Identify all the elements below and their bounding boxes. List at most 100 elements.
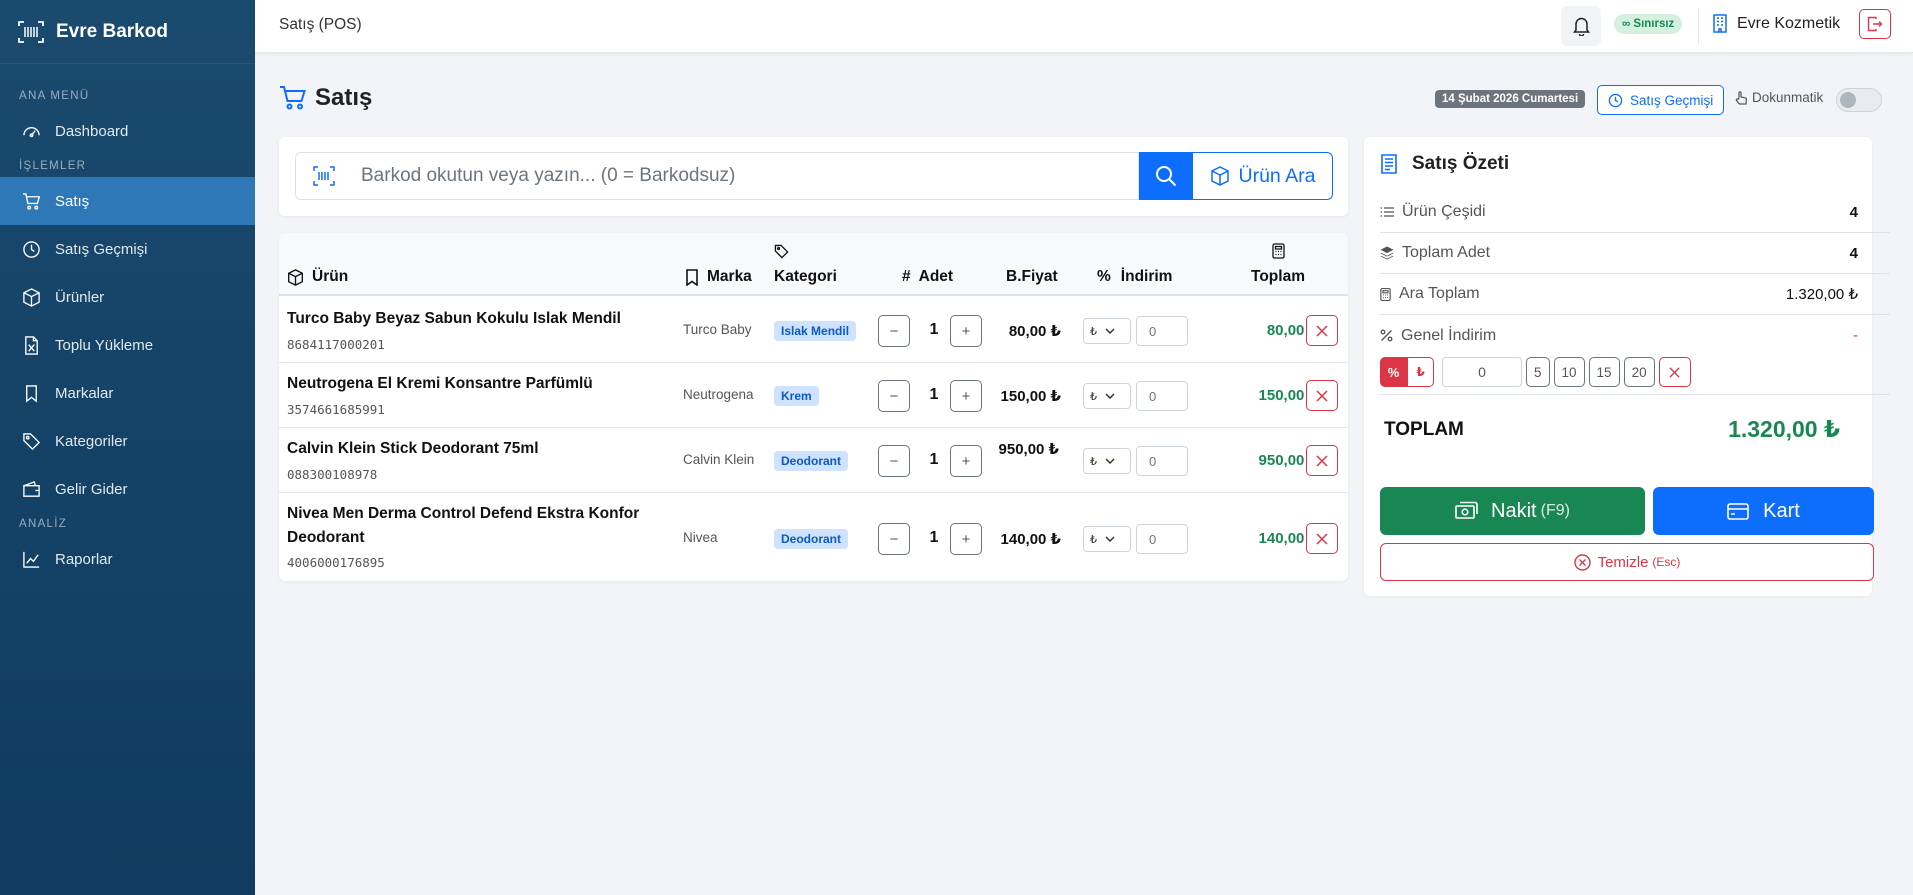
subtotal-value: 1.320,00 ₺ (1785, 286, 1858, 303)
barcode-search-group: Ürün Ara (295, 152, 1333, 200)
increase-qty-button[interactable]: + (950, 315, 982, 347)
clear-cart-button[interactable]: Temizle (Esc) (1380, 543, 1874, 581)
notifications-button[interactable] (1561, 6, 1601, 46)
sidebar-item-label: Markalar (55, 384, 114, 402)
discount-type-value: ₺ (1090, 533, 1097, 546)
sidebar-item-brands[interactable]: Markalar (0, 369, 255, 417)
discount-preset-10[interactable]: 10 (1553, 357, 1585, 387)
discount-type-select[interactable]: ₺ (1083, 383, 1131, 409)
sidebar-item-label: Kategoriler (55, 432, 128, 450)
date-badge: 14 Şubat 2026 Cumartesi (1435, 90, 1586, 108)
sales-history-button[interactable]: Satış Geçmişi (1597, 85, 1725, 115)
discount-input[interactable]: 0 (1136, 524, 1188, 554)
sidebar-item-label: Raporlar (55, 550, 113, 568)
sidebar-item-bulk-upload[interactable]: Toplu Yükleme (0, 321, 255, 369)
search-icon (1155, 166, 1176, 187)
barcode-input[interactable] (351, 152, 1139, 200)
discount-type-value: ₺ (1090, 325, 1097, 338)
general-discount-input[interactable]: 0 (1442, 357, 1522, 387)
discount-preset-20[interactable]: 20 (1623, 357, 1655, 387)
sidebar-item-sales[interactable]: Satış (0, 177, 255, 225)
product-search-label: Ürün Ara (1238, 164, 1316, 187)
barcode-scan-icon (312, 166, 335, 186)
discount-preset-5[interactable]: 5 (1526, 357, 1550, 387)
sidebar-item-label: Satış Geçmişi (55, 240, 148, 258)
increase-qty-button[interactable]: + (950, 523, 982, 555)
touch-mode-text: Dokunmatik (1752, 90, 1824, 105)
decrease-qty-button[interactable]: − (878, 380, 910, 412)
page-title: Satış (279, 84, 372, 112)
general-discount-label-text: Genel İndirim (1401, 326, 1497, 344)
unit-price: 950,00 ₺ (998, 441, 1059, 458)
discount-currency-toggle[interactable]: ₺ (1407, 357, 1434, 387)
sidebar-item-income-expense[interactable]: Gelir Gider (0, 465, 255, 513)
search-card: Ürün Ara (279, 137, 1348, 216)
discount-clear-button[interactable] (1658, 357, 1691, 387)
topbar-divider (1698, 8, 1699, 44)
remove-item-button[interactable] (1306, 523, 1338, 554)
sidebar-item-label: Gelir Gider (55, 480, 128, 498)
card-payment-button[interactable]: Kart (1653, 487, 1874, 535)
discount-input[interactable]: 0 (1136, 381, 1188, 411)
product-name: Neutrogena El Kremi Konsantre Parfümlü (287, 375, 593, 392)
decrease-qty-button[interactable]: − (878, 445, 910, 477)
topbar: Satış (POS) ∞ Sınırsız Evre Kozmetik (255, 0, 1913, 53)
box-icon (1210, 166, 1229, 186)
cart-icon (280, 86, 306, 110)
product-search-button[interactable]: Ürün Ara (1192, 152, 1333, 200)
header-category: Kategori (774, 268, 837, 286)
remove-item-button[interactable] (1306, 380, 1338, 411)
company-name: Evre Kozmetik (1737, 14, 1841, 32)
page-title-text: Satış (315, 84, 373, 111)
increase-qty-button[interactable]: + (950, 445, 982, 477)
sidebar-item-sales-history[interactable]: Satış Geçmişi (0, 225, 255, 273)
clock-icon (1608, 93, 1623, 107)
product-name: Turco Baby Beyaz Sabun Kokulu Islak Mend… (287, 310, 621, 327)
brand[interactable]: Evre Barkod (0, 0, 255, 64)
sidebar-item-dashboard[interactable]: Dashboard (0, 107, 255, 155)
cash-payment-button[interactable]: Nakit (F9) (1380, 487, 1645, 535)
close-icon (1316, 324, 1328, 337)
close-icon (1316, 532, 1328, 545)
sidebar-item-reports[interactable]: Raporlar (0, 535, 255, 583)
table-row: Turco Baby Beyaz Sabun Kokulu Islak Mend… (279, 298, 1348, 363)
discount-type-value: ₺ (1090, 390, 1097, 403)
chevron-down-icon (1105, 458, 1115, 464)
remove-item-button[interactable] (1306, 445, 1338, 476)
discount-type-select[interactable]: ₺ (1083, 318, 1131, 344)
discount-controls: % ₺ 0 5 10 15 20 (1380, 356, 1691, 388)
discount-percent-toggle[interactable]: % (1380, 357, 1407, 387)
discount-type-select[interactable]: ₺ (1083, 448, 1131, 474)
decrease-qty-button[interactable]: − (878, 523, 910, 555)
table-header: Ürün Marka Kategori # Adet B.Fiyat % İnd… (279, 233, 1348, 296)
chevron-down-icon (1105, 393, 1115, 399)
discount-type-select[interactable]: ₺ (1083, 526, 1131, 552)
discount-preset-15[interactable]: 15 (1588, 357, 1620, 387)
discount-input[interactable]: 0 (1136, 446, 1188, 476)
calculator-icon (1272, 243, 1285, 259)
sidebar-item-categories[interactable]: Kategoriler (0, 417, 255, 465)
sidebar-item-label: Toplu Yükleme (55, 336, 154, 354)
header-unit-price-label: B.Fiyat (1006, 268, 1058, 285)
calculator-icon (1380, 287, 1391, 301)
touch-mode-toggle[interactable] (1836, 88, 1882, 112)
nav-section-analysis: ANALİZ (19, 518, 68, 530)
logout-button[interactable] (1859, 9, 1891, 39)
discount-input[interactable]: 0 (1136, 316, 1188, 346)
remove-item-button[interactable] (1306, 315, 1338, 346)
license-badge: ∞ Sınırsız (1614, 14, 1683, 34)
increase-qty-button[interactable]: + (950, 380, 982, 412)
company-menu[interactable]: Evre Kozmetik (1712, 14, 1840, 33)
excel-file-icon (25, 335, 38, 355)
close-circle-icon (1573, 553, 1591, 571)
search-button[interactable] (1139, 152, 1192, 200)
sale-summary-card: Satış Özeti Ürün Çeşidi 4 Toplam Adet 4 … (1364, 137, 1890, 596)
variety-value: 4 (1849, 203, 1858, 221)
header-unit-price: B.Fiyat (1006, 268, 1058, 286)
product-barcode: 4006000176895 (287, 555, 385, 570)
sidebar-item-products[interactable]: Ürünler (0, 273, 255, 321)
decrease-qty-button[interactable]: − (878, 315, 910, 347)
logout-icon (1867, 16, 1883, 32)
line-total: 150,00 ₺ (1258, 387, 1319, 404)
sidebar-item-label: Satış (55, 192, 90, 210)
